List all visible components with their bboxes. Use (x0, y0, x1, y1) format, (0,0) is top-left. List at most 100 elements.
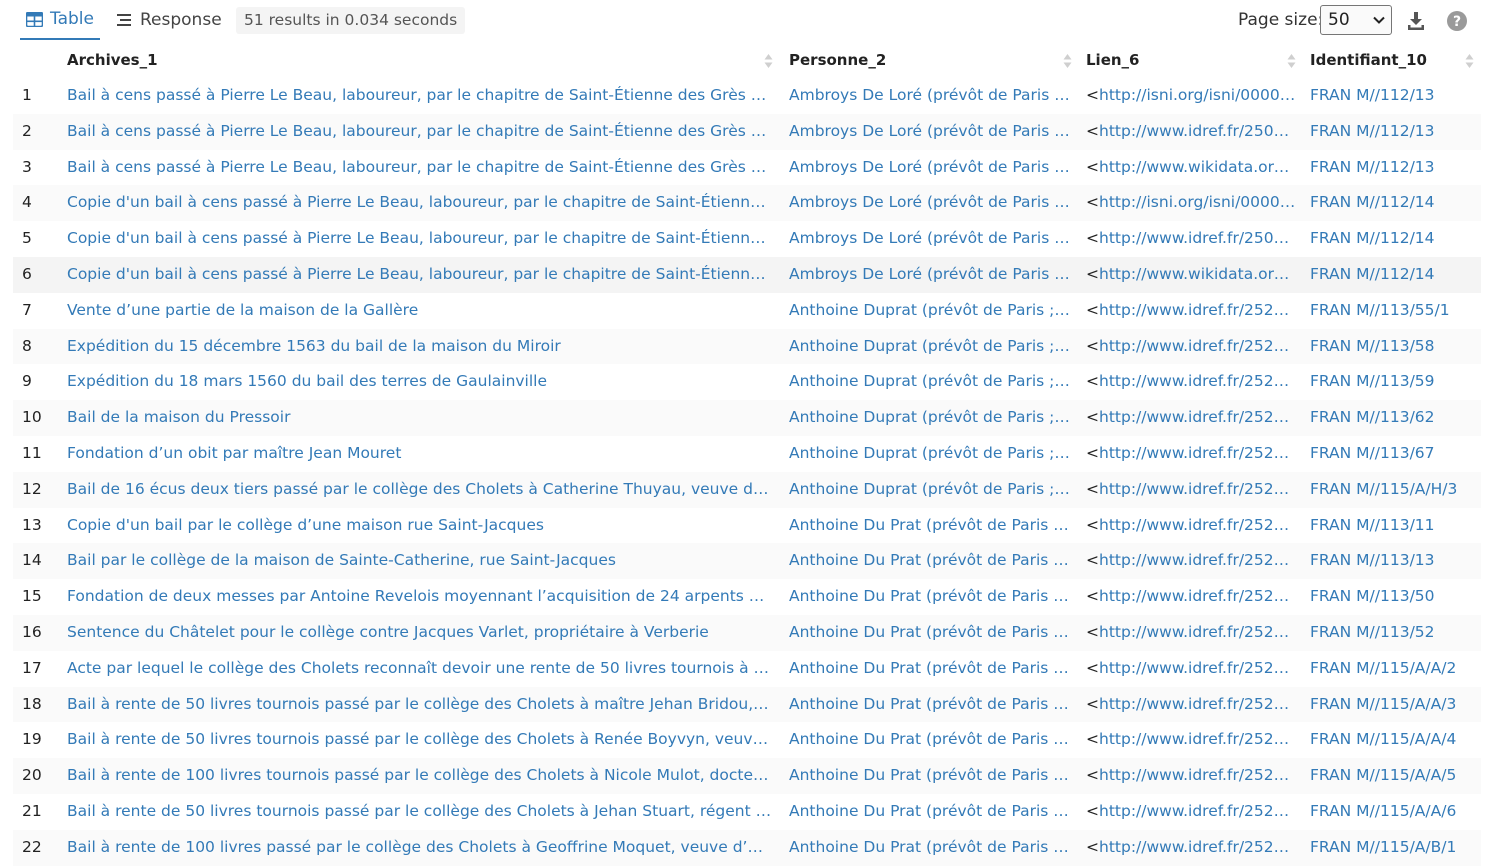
identifier-link[interactable]: FRAN M//113/13 (1310, 543, 1480, 579)
uri-cell[interactable]: <http://www.idref.fr/25297... (1086, 579, 1296, 615)
help-icon[interactable]: ? (1446, 10, 1468, 32)
table-row[interactable]: 3 Bail à cens passé à Pierre Le Beau, lab… (13, 149, 1481, 186)
archive-link[interactable]: Bail à rente de 50 livres tournois passé… (67, 722, 773, 758)
table-row[interactable]: 21 Bail à rente de 50 livres tournois pas… (13, 794, 1481, 830)
column-header-personne[interactable]: Personne_2 (789, 43, 886, 78)
uri-link[interactable]: http://www.idref.fr/25297... (1099, 372, 1296, 390)
uri-link[interactable]: http://www.idref.fr/25297... (1099, 802, 1296, 820)
page-size-select[interactable]: 50 (1320, 5, 1392, 35)
person-link[interactable]: Ambroys De Loré (prévôt de Paris ; 13... (789, 257, 1072, 293)
archive-link[interactable]: Bail de la maison du Pressoir (67, 400, 773, 436)
identifier-link[interactable]: FRAN M//115/A/H/3 (1310, 472, 1480, 508)
uri-link[interactable]: http://isni.org/isni/00000... (1099, 86, 1296, 104)
identifier-link[interactable]: FRAN M//115/A/B/1 (1310, 830, 1480, 866)
uri-cell[interactable]: <http://www.idref.fr/25297... (1086, 329, 1296, 365)
person-link[interactable]: Anthoine Duprat (prévôt de Paris ; 15... (789, 329, 1072, 365)
person-link[interactable]: Anthoine Du Prat (prévôt de Paris ; 15..… (789, 543, 1072, 579)
identifier-link[interactable]: FRAN M//113/11 (1310, 508, 1480, 544)
uri-cell[interactable]: <http://www.idref.fr/25297... (1086, 687, 1296, 723)
uri-link[interactable]: http://www.idref.fr/25297... (1099, 766, 1296, 784)
person-link[interactable]: Ambroys De Loré (prévôt de Paris ; 13... (789, 221, 1072, 257)
uri-cell[interactable]: <http://www.idref.fr/25297... (1086, 400, 1296, 436)
table-row[interactable]: 5 Copie d'un bail à cens passé à Pierre L… (13, 221, 1481, 257)
uri-link[interactable]: http://www.idref.fr/25023... (1099, 122, 1296, 140)
uri-cell[interactable]: <http://www.idref.fr/25297... (1086, 758, 1296, 794)
table-row[interactable]: 8 Expédition du 15 décembre 1563 du bail … (13, 328, 1481, 365)
archive-link[interactable]: Bail par le collège de la maison de Sain… (67, 543, 773, 579)
uri-link[interactable]: http://www.idref.fr/25297... (1099, 587, 1296, 605)
person-link[interactable]: Anthoine Duprat (prévôt de Paris ; 15... (789, 364, 1072, 400)
uri-cell[interactable]: <http://isni.org/isni/00000... (1086, 185, 1296, 221)
person-link[interactable]: Anthoine Duprat (prévôt de Paris ; 15... (789, 472, 1072, 508)
uri-link[interactable]: http://www.idref.fr/25297... (1099, 337, 1296, 355)
table-row[interactable]: 16 Sentence du Châtelet pour le collège c… (13, 615, 1481, 651)
uri-cell[interactable]: <http://www.idref.fr/25297... (1086, 794, 1296, 830)
uri-cell[interactable]: <http://www.idref.fr/25297... (1086, 543, 1296, 579)
identifier-link[interactable]: FRAN M//115/A/A/5 (1310, 758, 1480, 794)
identifier-link[interactable]: FRAN M//115/A/A/3 (1310, 687, 1480, 723)
table-row[interactable]: 7 Vente d’une partie de la maison de la G… (13, 292, 1481, 329)
sort-icon[interactable] (1063, 53, 1072, 69)
sort-icon[interactable] (764, 53, 773, 69)
uri-cell[interactable]: <http://www.idref.fr/25297... (1086, 508, 1296, 544)
column-header-lien[interactable]: Lien_6 (1086, 43, 1140, 78)
archive-link[interactable]: Fondation de deux messes par Antoine Rev… (67, 579, 773, 615)
archive-link[interactable]: Expédition du 15 décembre 1563 du bail d… (67, 329, 773, 365)
archive-link[interactable]: Copie d'un bail à cens passé à Pierre Le… (67, 221, 773, 257)
uri-link[interactable]: http://isni.org/isni/00000... (1099, 193, 1296, 211)
table-row[interactable]: 15 Fondation de deux messes par Antoine R… (13, 579, 1481, 615)
identifier-link[interactable]: FRAN M//115/A/A/2 (1310, 651, 1480, 687)
uri-cell[interactable]: <http://www.idref.fr/25297... (1086, 830, 1296, 866)
identifier-link[interactable]: FRAN M//113/62 (1310, 400, 1480, 436)
uri-cell[interactable]: <http://www.idref.fr/25297... (1086, 615, 1296, 651)
identifier-link[interactable]: FRAN M//112/14 (1310, 257, 1480, 293)
table-row[interactable]: 17 Acte par lequel le collège des Cholets… (13, 650, 1481, 687)
uri-cell[interactable]: <http://www.wikidata.org/e... (1086, 150, 1296, 186)
column-header-archives[interactable]: Archives_1 (67, 43, 158, 78)
archive-link[interactable]: Bail à cens passé à Pierre Le Beau, labo… (67, 78, 773, 114)
archive-link[interactable]: Copie d'un bail à cens passé à Pierre Le… (67, 185, 773, 221)
tab-table[interactable]: Table (20, 0, 100, 40)
person-link[interactable]: Anthoine Duprat (prévôt de Paris ; 15... (789, 400, 1072, 436)
archive-link[interactable]: Bail à cens passé à Pierre Le Beau, labo… (67, 150, 773, 186)
identifier-link[interactable]: FRAN M//112/13 (1310, 150, 1480, 186)
identifier-link[interactable]: FRAN M//115/A/A/6 (1310, 794, 1480, 830)
archive-link[interactable]: Fondation d’un obit par maître Jean Mour… (67, 436, 773, 472)
person-link[interactable]: Anthoine Duprat (prévôt de Paris ; 15... (789, 436, 1072, 472)
identifier-link[interactable]: FRAN M//113/59 (1310, 364, 1480, 400)
uri-cell[interactable]: <http://www.idref.fr/25297... (1086, 651, 1296, 687)
archive-link[interactable]: Vente d’une partie de la maison de la Ga… (67, 293, 773, 329)
archive-link[interactable]: Bail à rente de 100 livres tournois pass… (67, 758, 773, 794)
download-icon[interactable] (1405, 10, 1427, 32)
identifier-link[interactable]: FRAN M//113/67 (1310, 436, 1480, 472)
uri-link[interactable]: http://www.wikidata.org/e... (1099, 158, 1296, 176)
table-row[interactable]: 10 Bail de la maison du Pressoir Anthoine … (13, 400, 1481, 436)
identifier-link[interactable]: FRAN M//112/13 (1310, 114, 1480, 150)
person-link[interactable]: Ambroys De Loré (prévôt de Paris ; 13... (789, 114, 1072, 150)
uri-link[interactable]: http://www.idref.fr/25297... (1099, 444, 1296, 462)
identifier-link[interactable]: FRAN M//112/14 (1310, 185, 1480, 221)
sort-icon[interactable] (1287, 53, 1296, 69)
table-row[interactable]: 14 Bail par le collège de la maison de Sa… (13, 543, 1481, 580)
person-link[interactable]: Anthoine Du Prat (prévôt de Paris ; 15..… (789, 651, 1072, 687)
table-row[interactable]: 6 Copie d'un bail à cens passé à Pierre L… (13, 257, 1481, 293)
table-row[interactable]: 13 Copie d'un bail par le collège d’une m… (13, 507, 1481, 544)
person-link[interactable]: Anthoine Du Prat (prévôt de Paris ; 15..… (789, 794, 1072, 830)
uri-cell[interactable]: <http://www.idref.fr/25297... (1086, 364, 1296, 400)
uri-link[interactable]: http://www.idref.fr/25297... (1099, 730, 1296, 748)
table-row[interactable]: 1 Bail à cens passé à Pierre Le Beau, lab… (13, 78, 1481, 114)
archive-link[interactable]: Bail à cens passé à Pierre Le Beau, labo… (67, 114, 773, 150)
table-row[interactable]: 4 Copie d'un bail à cens passé à Pierre L… (13, 185, 1481, 222)
table-row[interactable]: 18 Bail à rente de 50 livres tournois pas… (13, 686, 1481, 723)
identifier-link[interactable]: FRAN M//113/52 (1310, 615, 1480, 651)
person-link[interactable]: Anthoine Du Prat (prévôt de Paris ; 15..… (789, 758, 1072, 794)
uri-link[interactable]: http://www.idref.fr/25023... (1099, 229, 1296, 247)
archive-link[interactable]: Expédition du 18 mars 1560 du bail des t… (67, 364, 773, 400)
table-row[interactable]: 20 Bail à rente de 100 livres tournois pa… (13, 758, 1481, 794)
tab-response[interactable]: Response (117, 0, 222, 40)
table-row[interactable]: 9 Expédition du 18 mars 1560 du bail des … (13, 364, 1481, 401)
uri-cell[interactable]: <http://www.idref.fr/25023... (1086, 114, 1296, 150)
archive-link[interactable]: Copie d'un bail à cens passé à Pierre Le… (67, 257, 773, 293)
sort-icon[interactable] (1465, 53, 1474, 69)
person-link[interactable]: Anthoine Du Prat (prévôt de Paris ; 15..… (789, 830, 1072, 866)
